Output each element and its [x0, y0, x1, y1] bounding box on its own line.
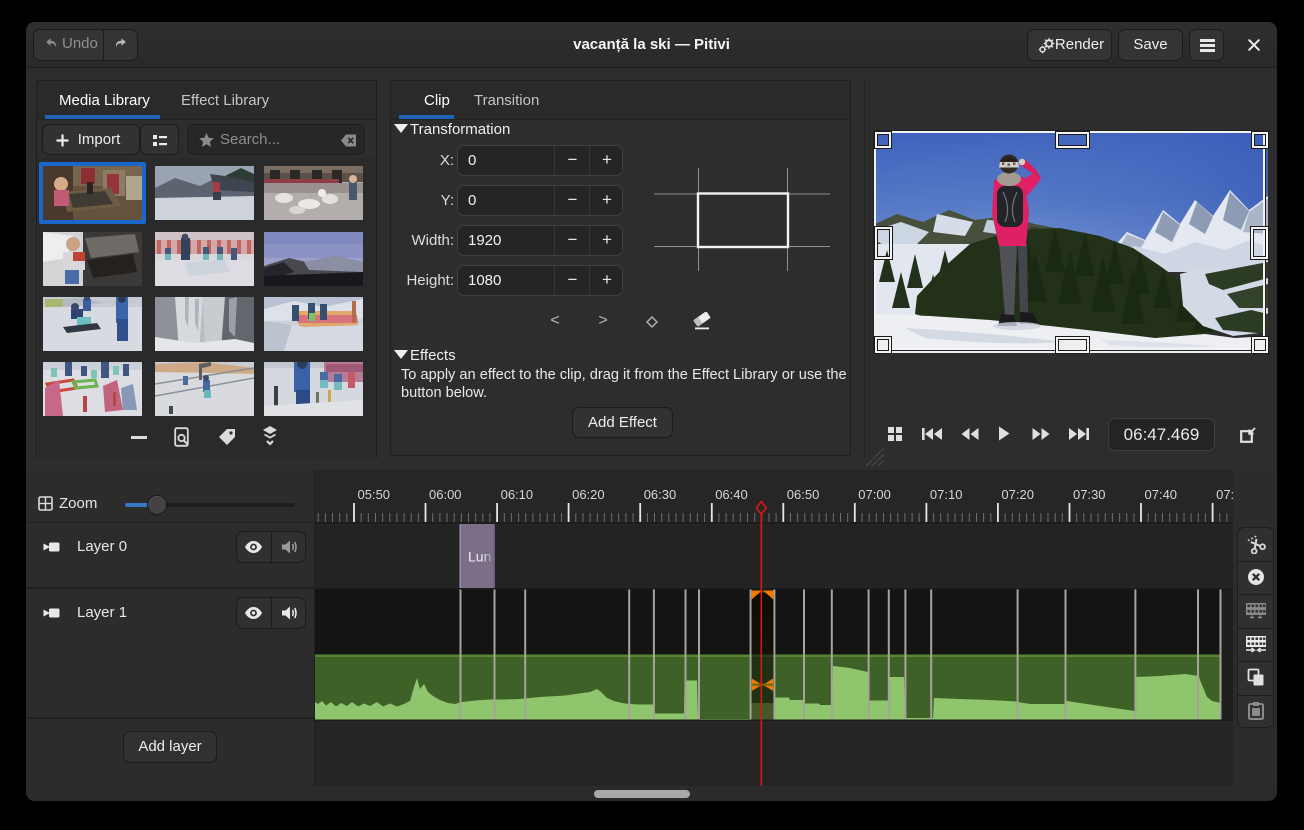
svg-text:06:20: 06:20 [572, 487, 605, 502]
svg-text:06:00: 06:00 [429, 487, 462, 502]
svg-text:06:30: 06:30 [644, 487, 677, 502]
svg-text:07:50: 07:50 [1216, 487, 1233, 502]
svg-text:07:10: 07:10 [930, 487, 963, 502]
svg-text:Lun: Lun [468, 549, 491, 565]
svg-text:07:20: 07:20 [1001, 487, 1034, 502]
svg-text:05:50: 05:50 [358, 487, 391, 502]
svg-text:06:10: 06:10 [501, 487, 534, 502]
svg-text:07:00: 07:00 [858, 487, 891, 502]
svg-text:07:30: 07:30 [1073, 487, 1106, 502]
svg-text:06:50: 06:50 [787, 487, 820, 502]
svg-text:07:40: 07:40 [1145, 487, 1178, 502]
svg-text:06:40: 06:40 [715, 487, 748, 502]
